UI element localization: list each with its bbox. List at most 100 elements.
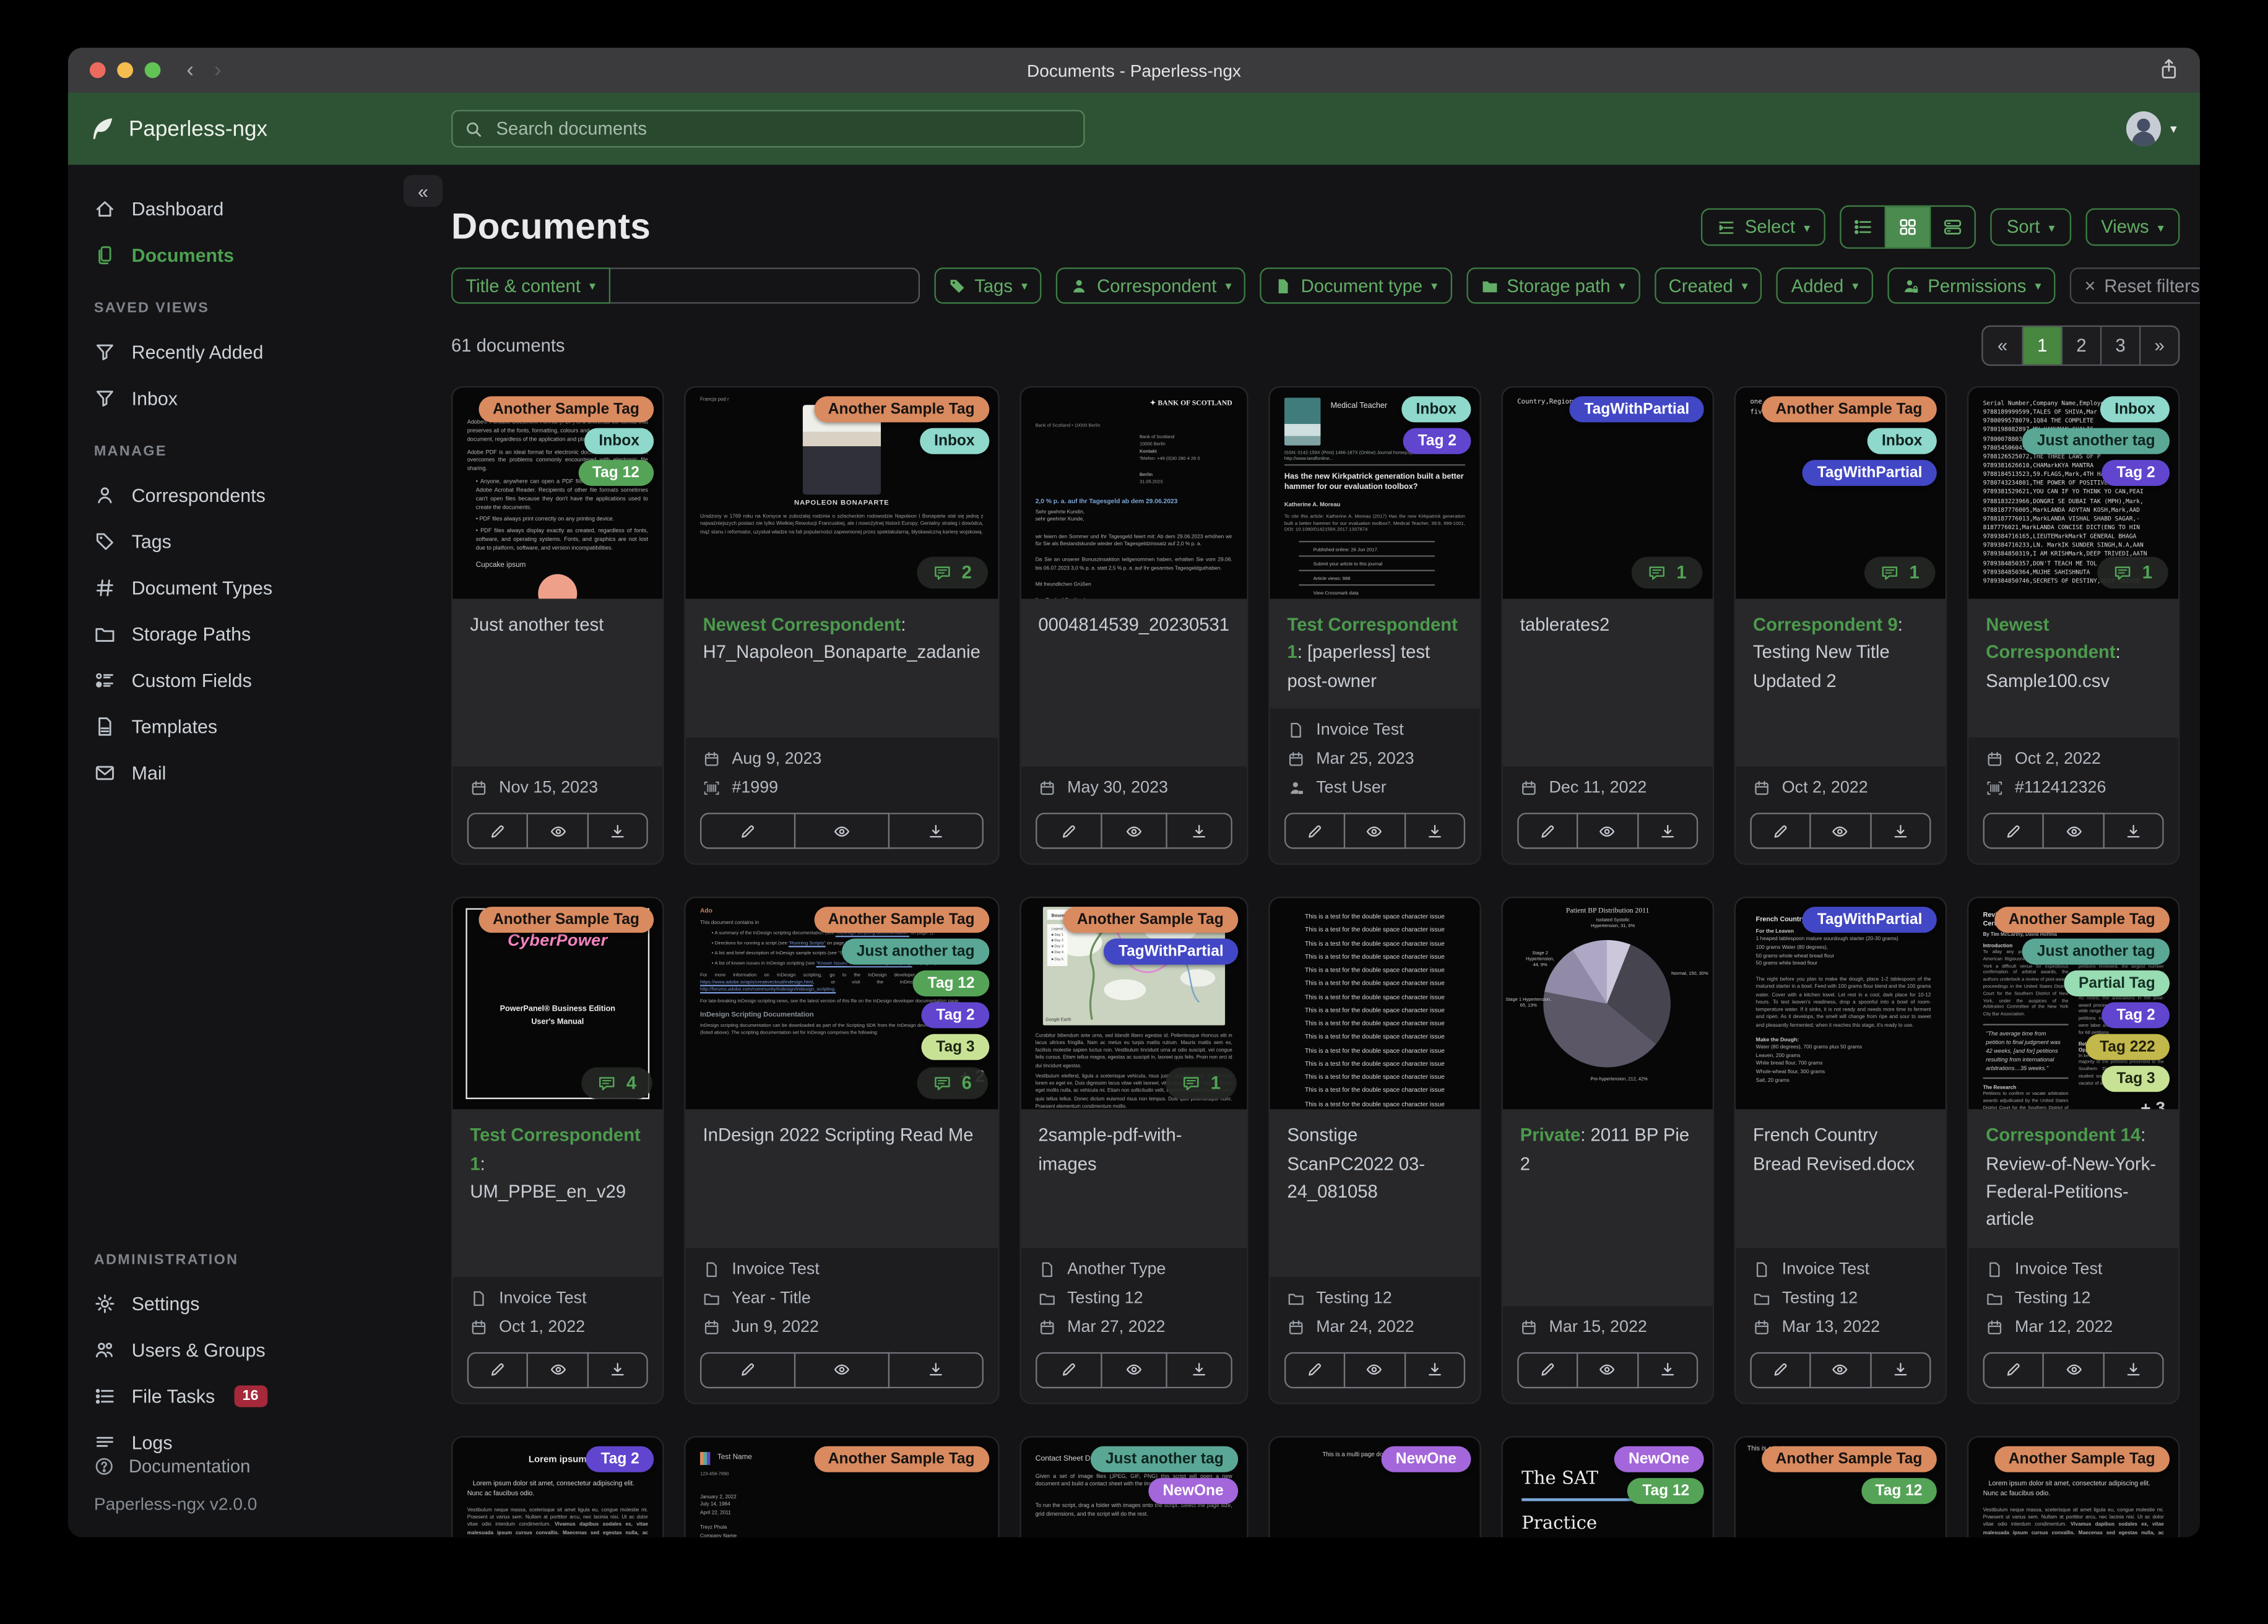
tag-pill[interactable]: NewOne bbox=[1148, 1477, 1239, 1504]
edit-button[interactable] bbox=[1284, 813, 1346, 849]
document-card[interactable]: This is a test Another Sample Tag Tag 12 bbox=[1734, 1435, 1947, 1537]
edit-button[interactable] bbox=[467, 1351, 529, 1388]
pagination-page-1[interactable]: 1 bbox=[2022, 327, 2061, 365]
document-thumbnail[interactable]: The SAT PracticeTest #1 Make time to tak… bbox=[1502, 1436, 1713, 1537]
tag-pill[interactable]: Inbox bbox=[1401, 396, 1471, 423]
added-filter-button[interactable]: Added ▾ bbox=[1777, 267, 1873, 304]
preview-button[interactable] bbox=[795, 813, 889, 849]
tag-pill[interactable]: Just another tag bbox=[1091, 1445, 1239, 1472]
document-card[interactable]: ✦ BANK OF SCOTLAND Bank of Scotland • 10… bbox=[1019, 386, 1249, 865]
preview-button[interactable] bbox=[795, 1351, 889, 1388]
download-button[interactable] bbox=[588, 1351, 648, 1388]
document-card[interactable]: Country,Region/State,"T TagWithPartial 1 … bbox=[1501, 386, 1714, 865]
user-menu[interactable]: ▾ bbox=[2127, 111, 2177, 147]
tag-pill[interactable]: TagWithPartial bbox=[1570, 396, 1704, 423]
tag-pill[interactable]: Just another tag bbox=[2022, 428, 2170, 454]
download-button[interactable] bbox=[1638, 813, 1699, 849]
document-card[interactable]: Lorem ipsum Lorem ipsum dolor sit amet, … bbox=[1967, 1435, 2180, 1537]
tag-pill[interactable]: Another Sample Tag bbox=[813, 1445, 989, 1472]
document-thumbnail[interactable]: one,1.0 five,5.0 Another Sample TagInbox… bbox=[1735, 387, 1946, 599]
document-card[interactable]: Lorem ipsum Lorem ipsum dolor sit amet, … bbox=[451, 1435, 664, 1537]
edit-button[interactable] bbox=[1035, 813, 1102, 849]
document-card[interactable]: CyberPower PowerPanel® Business Edition … bbox=[451, 897, 664, 1404]
download-button[interactable] bbox=[1871, 1351, 1931, 1388]
document-title[interactable]: tablerates2 bbox=[1502, 598, 1713, 767]
document-thumbnail[interactable]: ✦ BANK OF SCOTLAND Bank of Scotland • 10… bbox=[1021, 387, 1247, 599]
document-title[interactable]: InDesign 2022 Scripting Read Me bbox=[685, 1109, 998, 1248]
download-button[interactable] bbox=[2104, 1351, 2164, 1388]
document-card[interactable]: Contact Sheet Demo Given a set of image … bbox=[1019, 1435, 1249, 1537]
document-thumbnail[interactable]: Ado This document contains in • A summar… bbox=[685, 898, 998, 1110]
document-title[interactable]: French Country Bread Revised.docx bbox=[1735, 1109, 1946, 1248]
document-correspondent[interactable]: Correspondent 9 bbox=[1753, 615, 1898, 635]
tag-pill[interactable]: Inbox bbox=[584, 428, 654, 454]
tag-pill[interactable]: Inbox bbox=[919, 428, 989, 454]
download-button[interactable] bbox=[588, 813, 648, 849]
tag-pill[interactable]: TagWithPartial bbox=[1803, 907, 1937, 933]
search-input[interactable] bbox=[493, 117, 1072, 140]
zoom-window-button[interactable] bbox=[144, 62, 161, 79]
tag-pill[interactable]: Tag 3 bbox=[921, 1034, 989, 1061]
document-correspondent[interactable]: Private bbox=[1520, 1125, 1580, 1146]
pagination-page-2[interactable]: 2 bbox=[2061, 327, 2100, 365]
tag-pill[interactable]: Another Sample Tag bbox=[1761, 1445, 1937, 1472]
download-button[interactable] bbox=[889, 1351, 984, 1388]
select-button[interactable]: Select ▾ bbox=[1701, 208, 1826, 246]
edit-button[interactable] bbox=[1284, 1351, 1346, 1388]
sort-button[interactable]: Sort ▾ bbox=[1991, 208, 2071, 246]
tag-pill[interactable]: Tag 2 bbox=[586, 1445, 654, 1472]
document-correspondent[interactable]: Newest Correspondent bbox=[1986, 615, 2115, 663]
preview-button[interactable] bbox=[1345, 813, 1406, 849]
views-button[interactable]: Views ▾ bbox=[2085, 208, 2180, 246]
tag-pill[interactable]: Another Sample Tag bbox=[813, 907, 989, 933]
document-thumbnail[interactable]: Lorem ipsum Lorem ipsum dolor sit amet, … bbox=[1968, 1436, 2179, 1537]
edit-button[interactable] bbox=[1750, 1351, 1812, 1388]
close-window-button[interactable] bbox=[89, 62, 106, 79]
document-card[interactable]: Test Name 123-456-7890 January 2, 2022 J… bbox=[684, 1435, 1000, 1537]
document-card[interactable]: The SAT PracticeTest #1 Make time to tak… bbox=[1501, 1435, 1714, 1537]
comment-count-badge[interactable]: 1 bbox=[1864, 556, 1936, 589]
app-brand[interactable]: Paperless-ngx bbox=[90, 116, 267, 142]
document-correspondent[interactable]: Newest Correspondent bbox=[703, 615, 901, 635]
tag-pill[interactable]: Tag 12 bbox=[578, 460, 654, 486]
download-button[interactable] bbox=[2104, 813, 2164, 849]
edit-button[interactable] bbox=[699, 813, 796, 849]
comment-count-badge[interactable]: 1 bbox=[2097, 556, 2168, 589]
comment-count-badge[interactable]: 6 bbox=[917, 1067, 988, 1100]
tag-pill[interactable]: Tag 2 bbox=[1403, 428, 1471, 454]
global-search[interactable] bbox=[451, 110, 1085, 148]
document-title[interactable]: Test Correspondent 1: [paperless] test p… bbox=[1270, 598, 1480, 709]
tag-pill[interactable]: Tag 12 bbox=[913, 970, 989, 997]
document-title[interactable]: Correspondent 9: Testing New Title Updat… bbox=[1735, 598, 1946, 767]
tag-pill[interactable]: Tag 222 bbox=[2085, 1034, 2170, 1061]
tag-pill[interactable]: Inbox bbox=[2100, 396, 2170, 423]
document-thumbnail[interactable]: Boundary Waters Trip Legend■ Day 1■ Day … bbox=[1021, 898, 1247, 1110]
document-thumbnail[interactable]: This is a test Another Sample Tag Tag 12 bbox=[1735, 1436, 1946, 1537]
document-title[interactable]: Test Correspondent 1: UM_PPBE_en_v29 bbox=[452, 1109, 663, 1277]
preview-button[interactable] bbox=[1102, 1351, 1167, 1388]
document-title[interactable]: 2sample-pdf-with-images bbox=[1021, 1109, 1247, 1248]
sidebar-item-dashboard[interactable]: Dashboard bbox=[68, 185, 422, 231]
document-card[interactable]: Ado This document contains in • A summar… bbox=[684, 897, 1000, 1404]
preview-button[interactable] bbox=[528, 813, 589, 849]
sidebar-collapse-button[interactable]: « bbox=[403, 175, 443, 207]
sidebar-item-recently-added[interactable]: Recently Added bbox=[68, 328, 422, 374]
tag-pill[interactable]: Tag 12 bbox=[1627, 1477, 1704, 1504]
edit-button[interactable] bbox=[1517, 813, 1579, 849]
view-list-button[interactable] bbox=[1842, 207, 1885, 247]
document-card[interactable]: Serial Number,Company Name,Employe 97881… bbox=[1967, 386, 2180, 865]
document-thumbnail[interactable]: Test Name 123-456-7890 January 2, 2022 J… bbox=[685, 1436, 998, 1537]
document-card[interactable]: Review of Arbitral Awards Shows Swift Re… bbox=[1967, 897, 2180, 1404]
tag-pill[interactable]: Tag 2 bbox=[2102, 460, 2170, 486]
sidebar-item-file-tasks[interactable]: File Tasks 16 bbox=[68, 1373, 422, 1419]
document-thumbnail[interactable]: CyberPower PowerPanel® Business Edition … bbox=[452, 898, 663, 1110]
download-button[interactable] bbox=[1871, 813, 1931, 849]
documentation-link[interactable]: Documentation bbox=[68, 1448, 422, 1485]
tag-pill[interactable]: Just another tag bbox=[842, 938, 989, 965]
download-button[interactable] bbox=[1638, 1351, 1699, 1388]
document-title[interactable]: Newest Correspondent: Sample100.csv bbox=[1968, 598, 2179, 738]
sidebar-item-storage-paths[interactable]: Storage Paths bbox=[68, 610, 422, 657]
tag-pill[interactable]: Another Sample Tag bbox=[478, 907, 654, 933]
document-card[interactable]: Medical Teacher ISSN: 0142-159X (Print) … bbox=[1268, 386, 1481, 865]
document-title[interactable]: Just another test bbox=[452, 598, 663, 767]
